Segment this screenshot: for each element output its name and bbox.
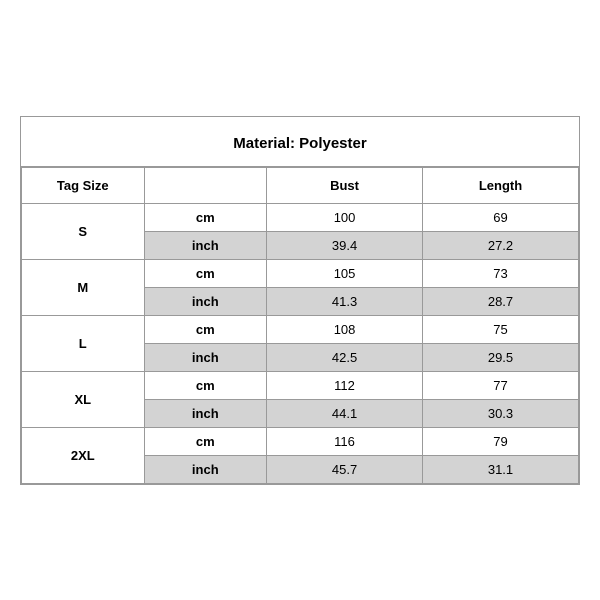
header-tag-size: Tag Size	[22, 167, 145, 203]
bust-value: 100	[267, 203, 423, 231]
unit-cell: cm	[144, 427, 267, 455]
tag-size-cell: 2XL	[22, 427, 145, 483]
tag-size-cell: XL	[22, 371, 145, 427]
unit-cell: inch	[144, 231, 267, 259]
length-value: 79	[423, 427, 579, 455]
tag-size-cell: S	[22, 203, 145, 259]
unit-cell: cm	[144, 315, 267, 343]
length-value: 29.5	[423, 343, 579, 371]
length-value: 73	[423, 259, 579, 287]
size-chart-container: Material: Polyester Tag Size Bust Length…	[20, 116, 580, 485]
unit-cell: inch	[144, 399, 267, 427]
table-row: Scm10069	[22, 203, 579, 231]
bust-value: 39.4	[267, 231, 423, 259]
bust-value: 108	[267, 315, 423, 343]
bust-value: 45.7	[267, 455, 423, 483]
table-row: 2XLcm11679	[22, 427, 579, 455]
length-value: 31.1	[423, 455, 579, 483]
bust-value: 41.3	[267, 287, 423, 315]
size-table: Tag Size Bust Length Scm10069inch39.427.…	[21, 167, 579, 484]
length-value: 28.7	[423, 287, 579, 315]
bust-value: 44.1	[267, 399, 423, 427]
bust-value: 105	[267, 259, 423, 287]
header-length: Length	[423, 167, 579, 203]
unit-cell: cm	[144, 203, 267, 231]
table-row: Mcm10573	[22, 259, 579, 287]
length-value: 75	[423, 315, 579, 343]
length-value: 27.2	[423, 231, 579, 259]
unit-cell: inch	[144, 287, 267, 315]
bust-value: 112	[267, 371, 423, 399]
length-value: 77	[423, 371, 579, 399]
length-value: 69	[423, 203, 579, 231]
length-value: 30.3	[423, 399, 579, 427]
header-bust: Bust	[267, 167, 423, 203]
tag-size-cell: M	[22, 259, 145, 315]
unit-cell: cm	[144, 371, 267, 399]
unit-cell: cm	[144, 259, 267, 287]
unit-cell: inch	[144, 343, 267, 371]
header-unit-col	[144, 167, 267, 203]
unit-cell: inch	[144, 455, 267, 483]
bust-value: 42.5	[267, 343, 423, 371]
bust-value: 116	[267, 427, 423, 455]
tag-size-cell: L	[22, 315, 145, 371]
table-row: XLcm11277	[22, 371, 579, 399]
table-row: Lcm10875	[22, 315, 579, 343]
chart-title: Material: Polyester	[21, 117, 579, 167]
